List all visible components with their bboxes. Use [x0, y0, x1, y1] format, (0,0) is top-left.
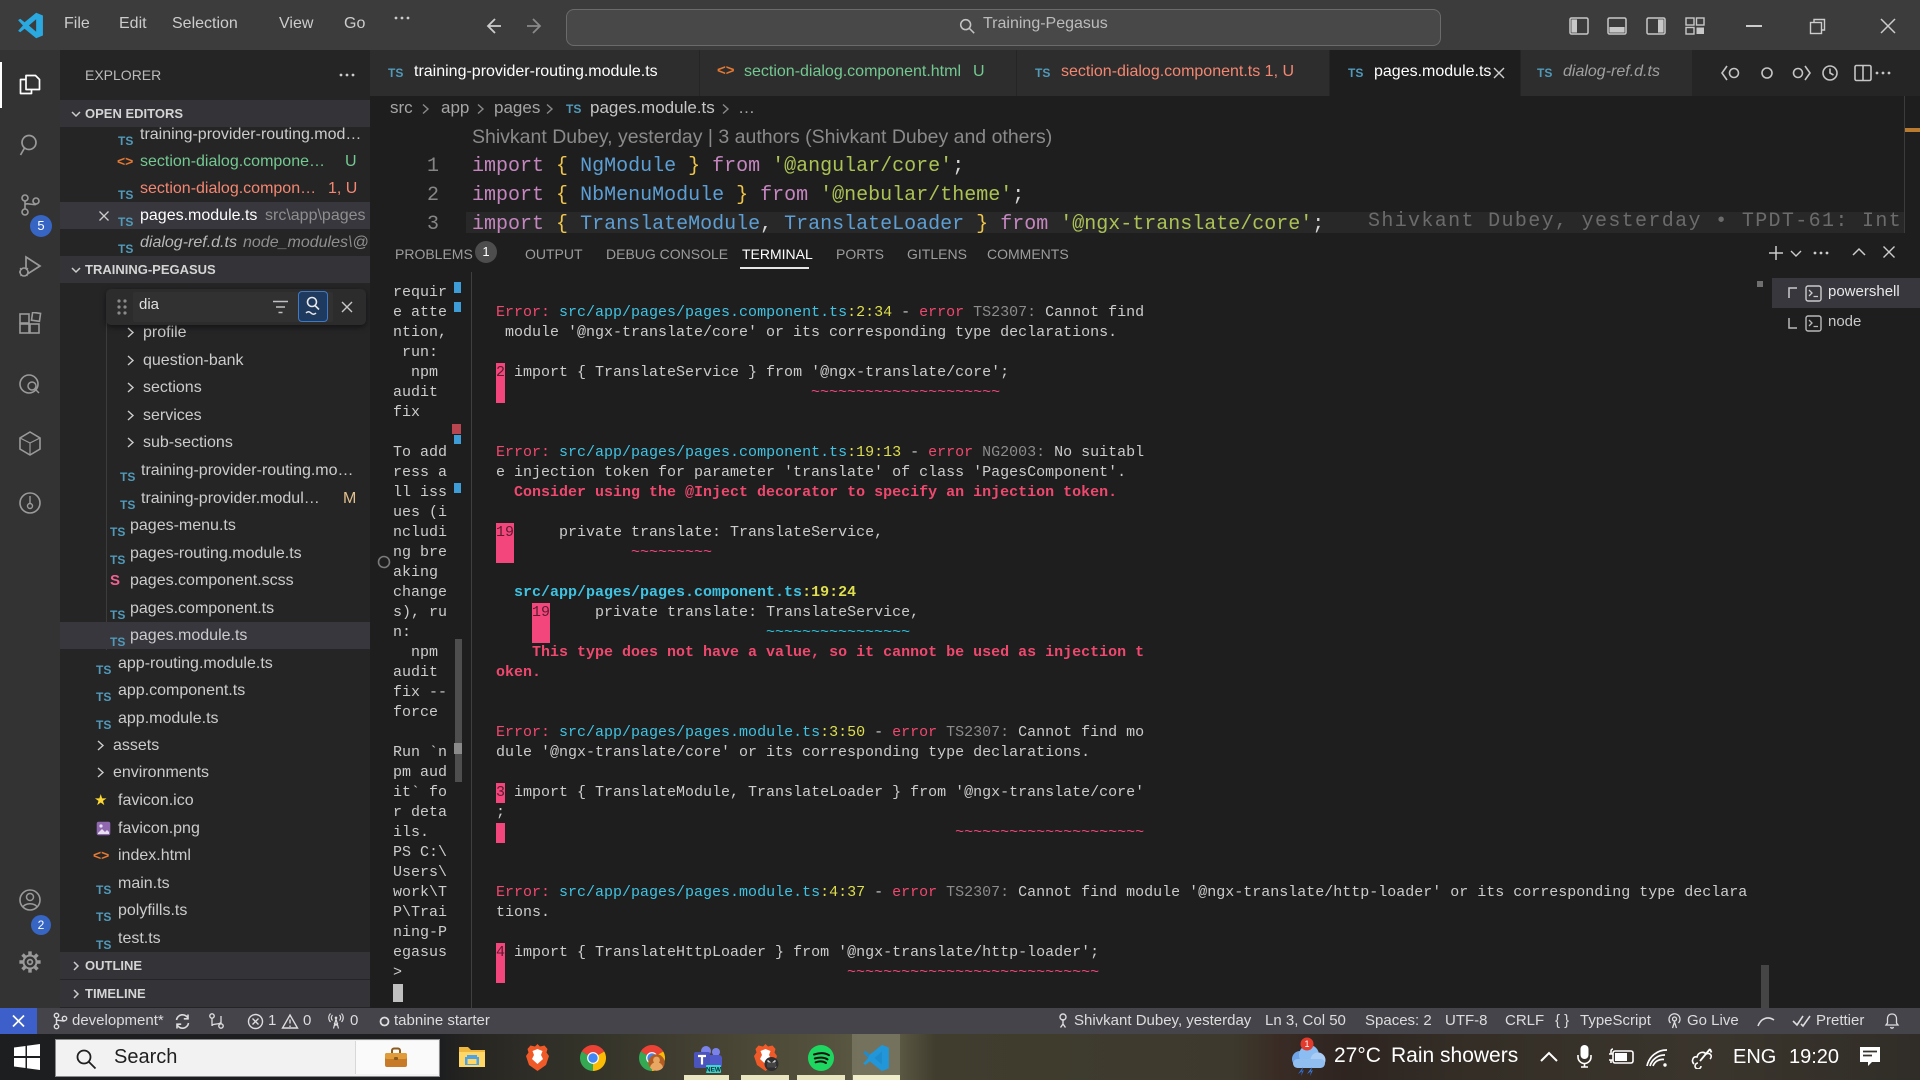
svg-text:1: 1 [1304, 1039, 1309, 1049]
svg-text:NEW: NEW [706, 1067, 722, 1074]
